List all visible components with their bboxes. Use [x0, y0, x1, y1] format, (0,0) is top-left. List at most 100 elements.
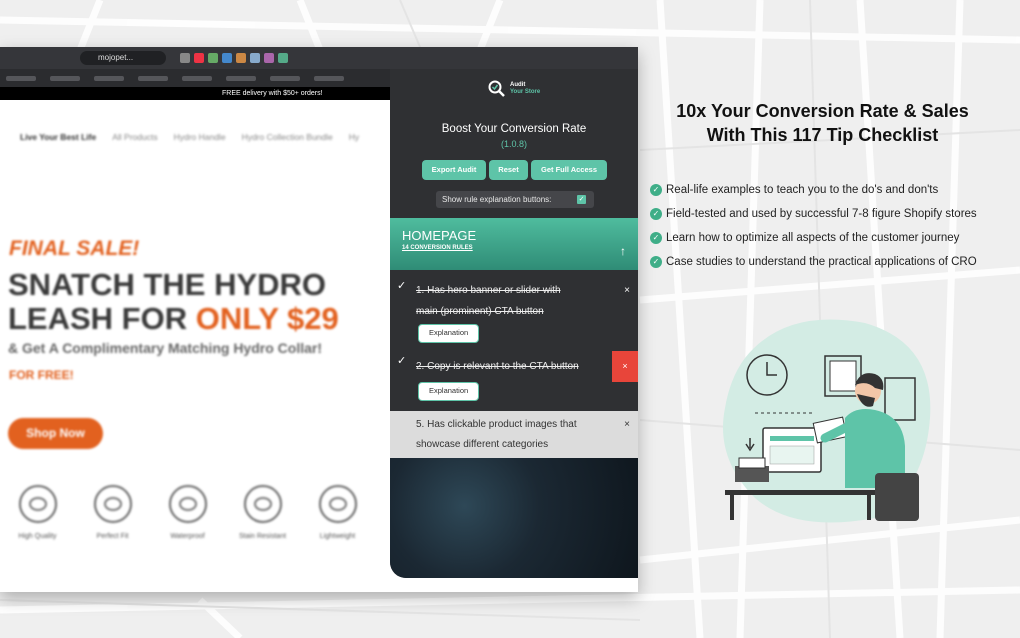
feature-item: Waterproof	[150, 485, 225, 540]
person-at-desk-illustration	[723, 319, 931, 523]
collapse-arrow-icon[interactable]: ↑	[620, 244, 626, 258]
bookmark[interactable]	[94, 75, 124, 81]
section-title: HOMEPAGE	[402, 228, 477, 243]
nav-link[interactable]: Live Your Best Life	[20, 132, 96, 142]
extension-icon[interactable]	[180, 53, 190, 63]
feature-item: Stain Resistant	[225, 485, 300, 540]
bookmark[interactable]	[6, 75, 36, 81]
rule-text: 2. Copy is relevant to the CTA button	[416, 361, 579, 372]
feature-label: Lightweight	[319, 533, 356, 540]
feature-item: Lightweight	[300, 485, 375, 540]
fit-icon	[93, 485, 132, 523]
feature-label: High Quality	[18, 533, 57, 540]
hero-headline: SNATCH THE HYDRO LEASH FOR ONLY $29	[8, 268, 339, 336]
check-icon[interactable]: ✓	[397, 279, 406, 292]
benefit-list: ✓ Real-life examples to teach you to the …	[650, 178, 977, 274]
extension-icon[interactable]	[208, 53, 218, 63]
headline-line2: LEASH FOR ONLY $29	[8, 302, 339, 336]
extension-icons	[180, 53, 288, 63]
feature-list: High Quality Perfect Fit Waterproof Stai…	[0, 485, 375, 540]
benefit-item: ✓ Field-tested and used by successful 7-8…	[650, 202, 977, 226]
bookmark[interactable]	[226, 75, 256, 81]
rule-line: 5. Has clickable product images that	[416, 419, 577, 430]
check-circle-icon: ✓	[650, 184, 662, 196]
rule-line: showcase different categories	[416, 439, 549, 450]
logo-line: Your Store	[510, 89, 541, 95]
close-icon[interactable]: ×	[624, 419, 630, 430]
audit-logo: Audit Your Store	[487, 79, 540, 99]
feature-item: Perfect Fit	[75, 485, 150, 540]
title-line: With This 117 Tip Checklist	[706, 125, 939, 145]
rule-item: ✓ 2. Copy is relevant to the CTA button …	[390, 351, 638, 411]
browser-toolbar: mojopet...	[0, 47, 638, 69]
extension-icon[interactable]	[222, 53, 232, 63]
reset-button[interactable]: Reset	[489, 160, 528, 180]
nav-link[interactable]: Hydro Handle	[174, 132, 226, 142]
headline-price: ONLY $29	[195, 301, 339, 336]
bookmark[interactable]	[314, 75, 344, 81]
background-photo	[390, 458, 638, 578]
waterproof-icon	[168, 485, 207, 523]
logo-text: Audit Your Store	[510, 82, 540, 96]
export-audit-button[interactable]: Export Audit	[422, 160, 486, 180]
nav-link[interactable]: Hydro Collection Bundle	[242, 132, 333, 142]
benefit-item: ✓ Learn how to optimize all aspects of th…	[650, 226, 977, 250]
extension-icon[interactable]	[278, 53, 288, 63]
bookmark[interactable]	[50, 75, 80, 81]
explanation-button[interactable]: Explanation	[418, 382, 480, 401]
panel-title: Boost Your Conversion Rate	[441, 123, 587, 135]
benefit-item: ✓ Case studies to understand the practica…	[650, 250, 977, 274]
feature-label: Waterproof	[170, 533, 205, 540]
extension-icon[interactable]	[194, 53, 204, 63]
remove-rule-button[interactable]: ×	[612, 351, 638, 382]
bookmark[interactable]	[138, 75, 168, 81]
extension-icon[interactable]	[264, 53, 274, 63]
feature-label: Stain Resistant	[238, 533, 287, 540]
logo-line: Audit	[510, 82, 526, 88]
rule-text: 1. Has hero banner or slider with main (…	[416, 280, 561, 322]
panel-version: (1.0.8)	[500, 139, 527, 149]
benefit-text: Case studies to understand the practical…	[666, 256, 977, 268]
benefit-item: ✓ Real-life examples to teach you to the …	[650, 178, 977, 202]
stain-icon	[243, 485, 282, 523]
rule-line: 1. Has hero banner or slider with	[416, 285, 561, 296]
check-circle-icon: ✓	[650, 232, 662, 244]
panel-actions: Export Audit Reset Get Full Access	[422, 160, 607, 180]
shop-now-button[interactable]: Shop Now	[8, 418, 103, 449]
headline-prefix: LEASH FOR	[8, 301, 196, 336]
bookmark[interactable]	[270, 75, 300, 81]
feature-label: Perfect Fit	[96, 533, 129, 540]
get-full-access-button[interactable]: Get Full Access	[531, 160, 607, 180]
nav-link[interactable]: All Products	[112, 132, 157, 142]
free-label: FOR FREE!	[9, 368, 74, 382]
section-subtitle: 14 CONVERSION RULES	[402, 245, 473, 251]
final-sale-label: FINAL SALE!	[9, 237, 140, 260]
rule-text: 5. Has clickable product images that sho…	[416, 415, 577, 455]
benefit-text: Real-life examples to teach you to the d…	[666, 184, 939, 196]
nav-link[interactable]: Hy	[349, 132, 359, 142]
rule-item: 5. Has clickable product images that sho…	[390, 411, 638, 458]
feature-item: High Quality	[0, 485, 75, 540]
title-line: 10x Your Conversion Rate & Sales	[676, 101, 969, 121]
rule-line: main (prominent) CTA button	[416, 306, 544, 317]
bookmark[interactable]	[182, 75, 212, 81]
check-circle-icon: ✓	[650, 256, 662, 268]
close-icon[interactable]: ×	[624, 285, 630, 296]
store-nav: Live Your Best Life All Products Hydro H…	[20, 132, 359, 142]
lightweight-icon	[318, 485, 357, 523]
magnifier-icon	[488, 80, 505, 97]
toggle-checkbox[interactable]: ✓	[577, 195, 586, 204]
rule-item: ✓ 1. Has hero banner or slider with main…	[390, 276, 638, 351]
explanation-button[interactable]: Explanation	[418, 324, 480, 343]
explanation-toggle[interactable]: Show rule explanation buttons: ✓	[436, 191, 594, 208]
quality-icon	[18, 485, 57, 523]
marketing-title: 10x Your Conversion Rate & Sales With Th…	[655, 99, 990, 147]
audit-extension-panel: Audit Your Store Boost Your Conversion R…	[390, 69, 638, 578]
check-icon[interactable]: ✓	[397, 354, 406, 367]
check-circle-icon: ✓	[650, 208, 662, 220]
extension-icon[interactable]	[250, 53, 260, 63]
address-bar[interactable]: mojopet...	[80, 51, 166, 65]
hero-subline: & Get A Complimentary Matching Hydro Col…	[8, 340, 322, 356]
homepage-section-header[interactable]: HOMEPAGE 14 CONVERSION RULES ↑	[390, 218, 638, 270]
extension-icon[interactable]	[236, 53, 246, 63]
